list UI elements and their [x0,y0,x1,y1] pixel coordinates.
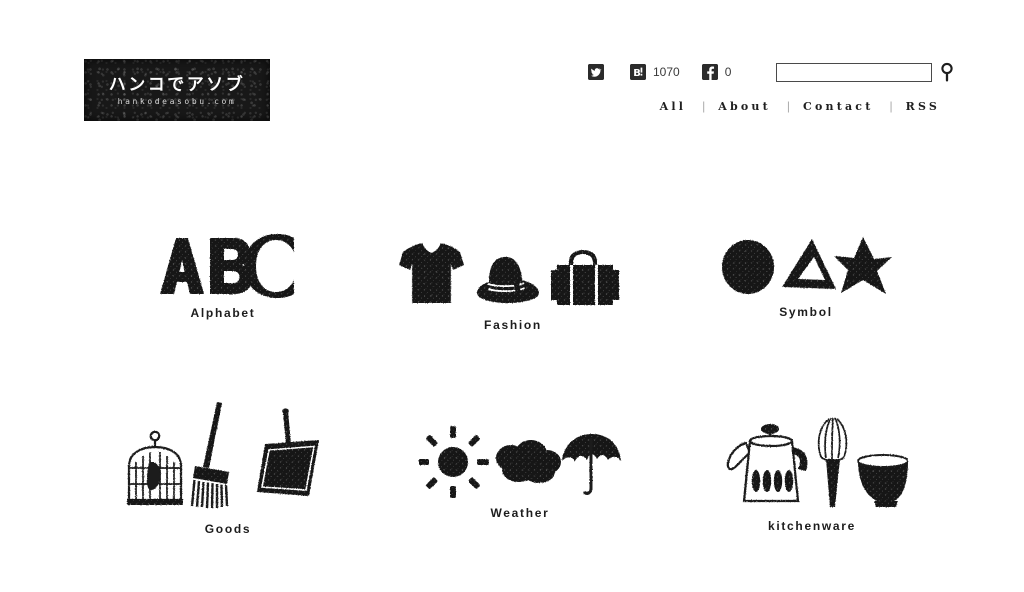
facebook-count: 0 [724,65,732,79]
category-label-symbol: Symbol [779,305,833,319]
nav-item-rss[interactable]: RSS [906,100,940,113]
nav-item-all[interactable]: All [660,100,687,113]
search-icon[interactable] [938,61,956,83]
goods-stamp [127,402,319,509]
category-label-kitchenware: kitchenware [767,519,857,533]
facebook-icon[interactable] [701,64,718,80]
nav-separator-2: | [786,99,790,113]
category-label-fashion: Fashion [484,318,542,332]
logo-domain-text: hankodeasobu.com [117,97,237,106]
fashion-stamp [399,242,619,305]
abc-letters-stamp [160,234,294,298]
tshirt-icon [399,242,464,303]
facebook-f-glyph [701,64,718,80]
site-header: ハンコでアソブ hankodeasobu.com B 1070 0 All | … [0,0,1024,140]
nav-separator-1: | [702,99,706,113]
cloud-icon [496,440,561,483]
category-grid: Alphabet Fashion Symbol Goods Weather ki… [0,212,1024,592]
nav-item-contact[interactable]: Contact [803,100,873,113]
site-logo[interactable]: ハンコでアソブ hankodeasobu.com [84,59,270,121]
search-form [776,61,956,83]
broom-icon [190,402,229,509]
symbol-stamp [722,237,892,294]
hatena-bookmark-icon[interactable]: B [630,64,646,80]
twitter-bird-glyph [588,64,604,80]
hat-icon [477,256,539,303]
svg-text:B: B [633,68,641,79]
category-card-alphabet[interactable]: Alphabet [137,232,309,320]
kitchenware-stamp [726,417,908,507]
main-navigation: All | About | Contact | RSS [660,99,940,113]
star-icon [834,237,892,294]
category-row-1: Alphabet Fashion Symbol [0,212,1024,402]
umbrella-icon [562,434,621,495]
suitcase-icon [551,250,619,305]
triangle-icon [782,239,836,289]
category-label-goods: Goods [204,522,252,536]
sun-icon [419,426,489,498]
nav-separator-3: | [889,99,893,113]
hatena-b-glyph: B [630,64,646,80]
weather-stamp [419,426,621,498]
hatena-bookmark-count: 1070 [653,65,680,79]
category-card-goods[interactable]: Goods [122,400,334,536]
category-card-symbol[interactable]: Symbol [708,237,904,319]
category-card-kitchenware[interactable]: kitchenware [706,415,918,533]
kettle-icon [726,424,808,503]
social-counters: B 1070 0 [588,61,731,83]
circle-icon [722,240,774,294]
category-label-alphabet: Alphabet [190,306,256,320]
search-input[interactable] [776,62,932,82]
whisk-icon [817,417,848,507]
category-label-weather: Weather [490,506,550,520]
category-card-weather[interactable]: Weather [412,426,628,520]
bowl-icon [857,454,908,507]
category-card-fashion[interactable]: Fashion [398,240,628,332]
logo-japanese-text: ハンコでアソブ [108,75,246,95]
twitter-icon[interactable] [588,64,604,80]
birdcage-icon [127,430,183,505]
dustpan-icon [257,408,319,496]
nav-item-about[interactable]: About [718,100,771,113]
